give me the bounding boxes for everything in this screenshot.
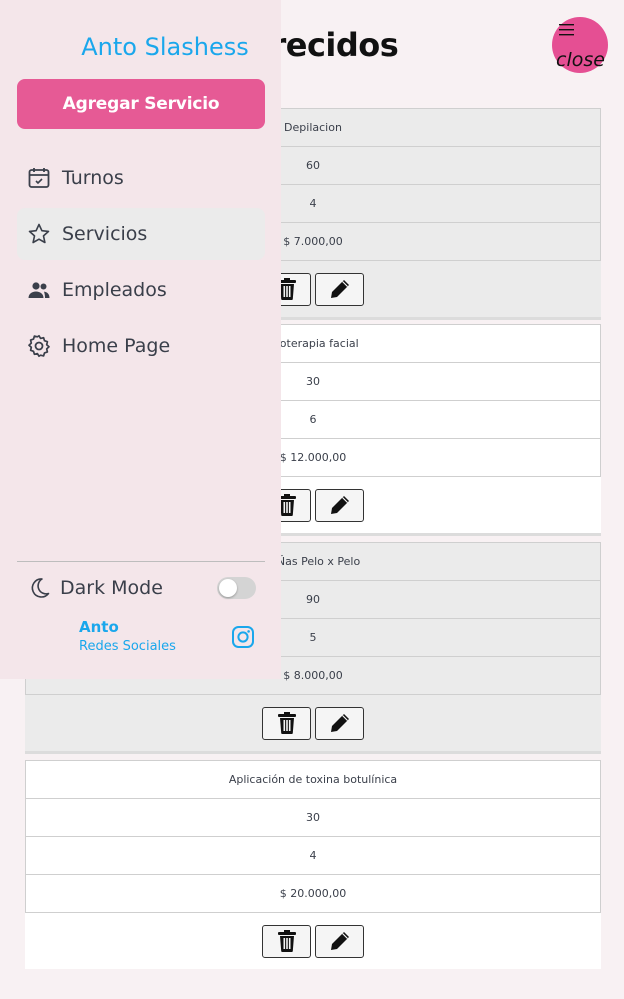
- sidebar-item-servicios[interactable]: Servicios: [17, 208, 265, 260]
- dark-mode-label: Dark Mode: [60, 577, 163, 599]
- edit-button[interactable]: [315, 706, 364, 740]
- toggle-knob: [219, 579, 237, 597]
- sidebar-divider: [17, 561, 265, 562]
- social-label: Redes Sociales: [79, 639, 176, 654]
- star-icon: [27, 222, 51, 246]
- pencil-icon: [330, 280, 349, 298]
- sidebar: Anto Slashess Agregar Servicio Turnos Se…: [0, 0, 281, 679]
- service-duration: 30: [26, 799, 600, 837]
- service-name: Aplicación de toxina botulínica: [26, 761, 600, 799]
- edit-button[interactable]: [315, 272, 364, 306]
- sidebar-item-home-page[interactable]: Home Page: [17, 320, 265, 372]
- sidebar-item-label: Turnos: [62, 167, 124, 189]
- gear-icon: [27, 334, 51, 358]
- instagram-icon[interactable]: [231, 625, 255, 649]
- pencil-icon: [330, 714, 349, 732]
- sidebar-item-turnos[interactable]: Turnos: [17, 152, 265, 204]
- dark-mode-row: Dark Mode: [17, 570, 265, 606]
- edit-button[interactable]: [315, 924, 364, 958]
- calendar-icon: [27, 166, 51, 190]
- trash-icon: [277, 930, 296, 952]
- moon-icon: [27, 576, 51, 600]
- edit-button[interactable]: [315, 488, 364, 522]
- menu-icon: [559, 24, 574, 36]
- sidebar-item-label: Empleados: [62, 279, 167, 301]
- delete-button[interactable]: [262, 924, 311, 958]
- add-service-button[interactable]: Agregar Servicio: [17, 79, 265, 129]
- delete-button[interactable]: [262, 706, 311, 740]
- service-sessions: 4: [26, 837, 600, 875]
- brand-title: Anto Slashess: [81, 33, 249, 61]
- pencil-icon: [330, 932, 349, 950]
- sidebar-item-label: Home Page: [62, 335, 171, 357]
- people-icon: [27, 278, 51, 302]
- close-menu-button[interactable]: close: [552, 17, 608, 73]
- service-card: Aplicación de toxina botulínica 30 4 $ 2…: [25, 760, 601, 969]
- trash-icon: [277, 712, 296, 734]
- close-label: close: [556, 49, 605, 71]
- dark-mode-toggle[interactable]: [217, 577, 256, 599]
- sidebar-item-label: Servicios: [62, 223, 148, 245]
- pencil-icon: [330, 496, 349, 514]
- social-name: Anto: [79, 618, 119, 636]
- service-price: $ 20.000,00: [26, 875, 600, 913]
- sidebar-item-empleados[interactable]: Empleados: [17, 264, 265, 316]
